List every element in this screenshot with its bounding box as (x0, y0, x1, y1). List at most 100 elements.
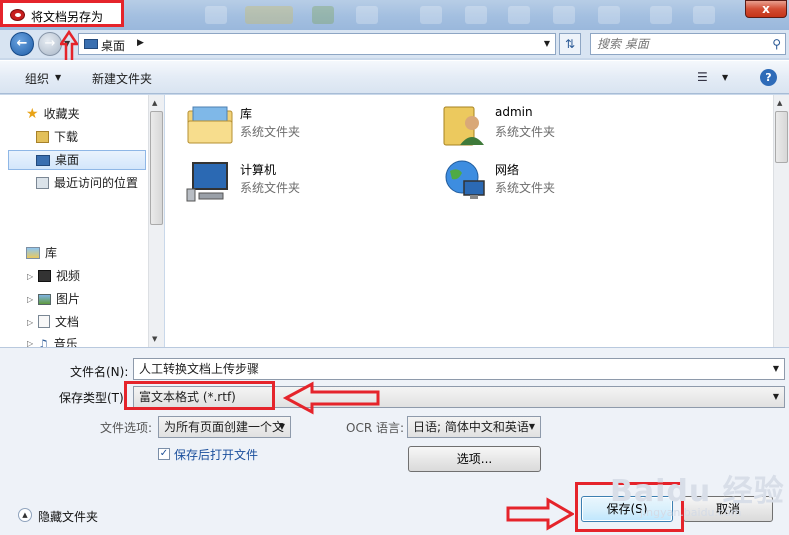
open-after-save-label[interactable]: 保存后打开文件 (174, 446, 258, 463)
background-taskbar-icon (420, 6, 442, 24)
open-after-save-checkbox[interactable]: ✓ (158, 448, 170, 460)
forward-button[interactable]: → (38, 32, 62, 56)
sidebar-item-music[interactable]: ♫ 音乐 (38, 335, 78, 347)
item-type: 系统文件夹 (495, 125, 556, 139)
list-item[interactable]: 网络 系统文件夹 (440, 159, 640, 203)
options-button[interactable]: 选项... (408, 446, 541, 472)
list-item[interactable]: admin 系统文件夹 (440, 103, 640, 147)
sidebar-item-favorites[interactable]: ★ 收藏夹 (26, 105, 80, 125)
navigation-scrollbar[interactable]: ▲ ▼ (148, 95, 164, 347)
breadcrumb-chevron-icon[interactable]: ▶ (137, 38, 144, 48)
organize-dropdown-icon[interactable]: ▼ (55, 73, 61, 82)
watermark-logo: Baidu 经验 (610, 474, 785, 509)
refresh-button[interactable]: ⇅ (559, 33, 581, 55)
navigation-pane: ★ 收藏夹 下载 桌面 最近访问的位置 库 ▷ 视频 ▷ 图片 ▷ 文档 ▷ ♫ 音… (0, 95, 164, 348)
window-title: 将文档另存为 (31, 10, 104, 24)
item-type: 系统文件夹 (495, 181, 556, 195)
annotation-right-arrow (506, 497, 574, 531)
sidebar-item-pictures[interactable]: 图片 (38, 290, 80, 310)
hide-folders-toggle[interactable]: 隐藏文件夹 (38, 508, 98, 525)
scrollbar-thumb[interactable] (150, 111, 163, 225)
item-name: 库 (240, 107, 253, 121)
download-folder-icon (36, 131, 49, 143)
savetype-dropdown-icon[interactable]: ▼ (768, 387, 784, 407)
back-button[interactable]: ← (10, 32, 34, 56)
sidebar-item-label: 音乐 (53, 337, 78, 347)
ocr-language-label: OCR 语言: (346, 421, 405, 435)
item-name: 计算机 (240, 163, 277, 177)
content-scrollbar[interactable]: ▲ (773, 95, 789, 347)
desktop-icon (84, 39, 98, 49)
background-taskbar-icon (312, 6, 334, 24)
ocr-language-select[interactable]: 日语; 简体中文和英语 ▼ (407, 416, 541, 438)
item-name: admin (495, 105, 533, 119)
background-taskbar-icon (650, 6, 672, 24)
watermark-url: jingyan.baidu.com (640, 506, 742, 519)
title-annotation-box: 将文档另存为 (0, 0, 124, 27)
savetype-value[interactable]: 富文本格式 (*.rtf) (139, 390, 236, 404)
ocr-dropdown-icon[interactable]: ▼ (524, 417, 540, 437)
video-icon (38, 270, 51, 282)
sidebar-item-label: 视频 (56, 269, 81, 283)
address-dropdown-icon[interactable]: ▼ (544, 39, 550, 48)
background-taskbar-icon (598, 6, 620, 24)
sidebar-item-videos[interactable]: 视频 (38, 267, 80, 287)
picture-icon (38, 294, 51, 305)
address-location[interactable]: 桌面 (101, 37, 125, 54)
app-icon (10, 9, 25, 21)
filename-field[interactable]: 人工转换文档上传步骤 ▼ (133, 358, 785, 380)
star-icon: ★ (26, 106, 39, 122)
background-taskbar-icon (693, 6, 715, 24)
library-folder-icon (187, 106, 233, 144)
savetype-select[interactable]: 富文本格式 (*.rtf) ▼ (133, 386, 785, 408)
search-input[interactable] (597, 35, 767, 53)
new-folder-button[interactable]: 新建文件夹 (92, 70, 152, 87)
title-bar: 将文档另存为 x (0, 0, 789, 30)
recent-places-icon (36, 177, 49, 189)
background-taskbar-icon (245, 6, 293, 24)
scroll-up-icon[interactable]: ▲ (152, 99, 157, 107)
collapse-icon[interactable]: ▲ (18, 508, 32, 522)
help-button[interactable]: ? (760, 69, 777, 86)
sidebar-item-downloads[interactable]: 下载 (36, 128, 78, 148)
sidebar-item-label: 收藏夹 (43, 107, 80, 121)
expand-arrow-icon[interactable]: ▷ (27, 272, 33, 281)
user-folder-icon (443, 106, 484, 146)
change-view-icon[interactable]: ☰ (697, 70, 708, 84)
sidebar-item-label: 桌面 (55, 153, 80, 167)
close-button[interactable]: x (745, 0, 787, 18)
file-options-select[interactable]: 为所有页面创建一个文 ▼ (158, 416, 291, 438)
background-taskbar-icon (356, 6, 378, 24)
scroll-down-icon[interactable]: ▼ (152, 335, 157, 343)
sidebar-item-label: 库 (45, 246, 58, 260)
expand-arrow-icon[interactable]: ▷ (27, 318, 33, 327)
savetype-label: 保存类型(T): (59, 391, 128, 405)
list-item[interactable]: 计算机 系统文件夹 (185, 159, 385, 203)
ocr-language-value[interactable]: 日语; 简体中文和英语 (413, 420, 529, 434)
file-list: 库 系统文件夹 admin 系统文件夹 计算机 系统文件夹 网络 系统文件夹 ▲ (165, 95, 789, 347)
filename-dropdown-icon[interactable]: ▼ (768, 359, 784, 379)
annotation-left-arrow (282, 381, 380, 415)
document-icon (38, 315, 50, 328)
scroll-up-icon[interactable]: ▲ (777, 99, 782, 107)
sidebar-item-recent-places[interactable]: 最近访问的位置 (36, 174, 138, 194)
item-type: 系统文件夹 (240, 181, 301, 195)
sidebar-item-libraries[interactable]: 库 (26, 244, 57, 264)
filename-value[interactable]: 人工转换文档上传步骤 (139, 362, 259, 376)
file-options-dropdown-icon[interactable]: ▼ (274, 417, 290, 437)
list-item[interactable]: 库 系统文件夹 (185, 103, 385, 147)
organize-button[interactable]: 组织 (25, 70, 49, 87)
command-toolbar: 组织 ▼ 新建文件夹 ☰ ▼ ? (0, 60, 789, 94)
navigation-bar: ← → ▼ 桌面 ▶ ▼ ⇅ ⚲ (0, 30, 789, 58)
sidebar-item-documents[interactable]: 文档 (38, 313, 79, 333)
expand-arrow-icon[interactable]: ▷ (27, 295, 33, 304)
search-icon[interactable]: ⚲ (772, 37, 781, 51)
file-options-value[interactable]: 为所有页面创建一个文 (164, 420, 284, 434)
address-bar[interactable]: 桌面 ▶ ▼ (78, 33, 556, 55)
background-taskbar-icon (508, 6, 530, 24)
sidebar-item-label: 下载 (54, 130, 79, 144)
search-box[interactable]: ⚲ (590, 33, 786, 55)
view-dropdown-icon[interactable]: ▼ (722, 73, 728, 82)
scrollbar-thumb[interactable] (775, 111, 788, 163)
sidebar-item-desktop[interactable]: 桌面 (8, 150, 146, 170)
